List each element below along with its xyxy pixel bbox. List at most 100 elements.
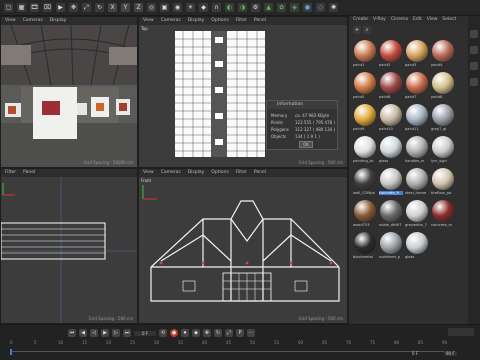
go-to-end-icon[interactable]: ⏭ — [123, 329, 131, 337]
render-view-icon[interactable]: ◑ — [238, 3, 247, 12]
material-swatch[interactable] — [380, 72, 402, 94]
material-swatch[interactable] — [380, 168, 402, 190]
world-icon[interactable]: ◎ — [147, 3, 156, 12]
loop-icon[interactable]: ⟲ — [159, 329, 167, 337]
end-frame-field[interactable]: 90 F — [444, 351, 457, 356]
add-material-icon[interactable]: + — [353, 26, 361, 34]
ok-button[interactable]: OK — [299, 141, 313, 148]
move-key-icon[interactable]: ✥ — [203, 329, 211, 337]
material-swatch[interactable] — [406, 200, 428, 222]
material-swatch[interactable] — [406, 40, 428, 62]
menu-create[interactable]: Create — [353, 16, 368, 24]
material-name[interactable]: glass — [379, 159, 403, 163]
material-swatch[interactable] — [432, 104, 454, 126]
menu-display[interactable]: Display — [50, 17, 67, 25]
material-name[interactable]: wall_COMpo — [353, 191, 377, 195]
material-name[interactable]: handles_m — [405, 159, 429, 163]
material-swatch[interactable] — [432, 136, 454, 158]
menu-view[interactable]: View — [5, 17, 16, 25]
material-swatch[interactable] — [380, 104, 402, 126]
search-icon[interactable]: ⌕ — [363, 26, 371, 34]
material-name[interactable]: paint9 — [353, 127, 377, 131]
grass-icon[interactable]: ✿ — [277, 3, 286, 12]
menu-view[interactable]: View — [143, 169, 154, 177]
menu-cinema[interactable]: Cinema — [391, 16, 408, 24]
render-settings-icon[interactable]: ⚙ — [251, 3, 260, 12]
parameter-key-icon[interactable]: P — [236, 329, 244, 337]
next-key-icon[interactable]: ▷ — [112, 329, 120, 337]
menu-filter[interactable]: Filter — [236, 169, 247, 177]
record-icon[interactable]: ● — [170, 329, 178, 337]
menu-cameras[interactable]: Cameras — [161, 169, 181, 177]
material-name[interactable]: paint4 — [431, 63, 455, 67]
material-swatch[interactable] — [406, 104, 428, 126]
menu-edit[interactable]: Edit — [413, 16, 422, 24]
material-name[interactable]: greywhite_7 — [405, 223, 429, 227]
timeline-ruler[interactable]: 0 5 10 15 20 25 30 35 40 45 50 55 60 65 70 75 80 85 90 — [0, 340, 447, 348]
light-bulb-icon[interactable]: ✺ — [329, 3, 338, 12]
material-name[interactable]: painting_bc — [353, 159, 377, 163]
sphere-icon[interactable]: ● — [303, 3, 312, 12]
render-icon[interactable]: ◐ — [225, 3, 234, 12]
menu-vray[interactable]: V-Ray — [373, 16, 386, 24]
square-icon[interactable]: ▢ — [4, 3, 13, 12]
target-icon[interactable]: ◉ — [173, 3, 182, 12]
menu-cameras[interactable]: Cameras — [161, 17, 181, 25]
menu-panel[interactable]: Panel — [254, 17, 266, 25]
light-icon[interactable]: ☀ — [186, 3, 195, 12]
material-name[interactable]: paint1 — [353, 63, 377, 67]
grid-icon[interactable]: ▦ — [17, 3, 26, 12]
material-name[interactable]: paint7 — [405, 95, 429, 99]
viewport-perspective[interactable]: View Cameras Display Grid Spacing : 5000… — [0, 16, 138, 168]
go-to-start-icon[interactable]: ⏮ — [68, 329, 76, 337]
viewport-front[interactable]: View Cameras Display Options Filter Pane… — [138, 168, 348, 324]
menu-select[interactable]: Select — [442, 16, 456, 24]
menu-display[interactable]: Display — [188, 17, 205, 25]
play-icon[interactable]: ▶ — [101, 329, 109, 337]
menu-view[interactable]: View — [143, 17, 154, 25]
material-swatch[interactable] — [432, 40, 454, 62]
material-swatch[interactable] — [432, 200, 454, 222]
playhead[interactable] — [10, 349, 12, 355]
material-swatch[interactable] — [380, 136, 402, 158]
material-swatch[interactable] — [380, 200, 402, 222]
material-name[interactable]: grey7_gl — [431, 127, 455, 131]
content-browser-icon[interactable] — [470, 78, 478, 86]
material-name[interactable]: paint5 — [353, 95, 377, 99]
magnet-icon[interactable]: ∩ — [212, 3, 221, 12]
layers-icon[interactable] — [470, 46, 478, 54]
material-swatch[interactable] — [406, 232, 428, 254]
material-name[interactable]: paint6 — [379, 95, 403, 99]
cube-icon[interactable]: ◆ — [199, 3, 208, 12]
point-level-icon[interactable]: ⋯ — [247, 329, 255, 337]
rotate-key-icon[interactable]: ↻ — [214, 329, 222, 337]
film-icon[interactable]: 🎞 — [30, 3, 39, 12]
material-swatch[interactable] — [354, 72, 376, 94]
scale-icon[interactable]: ⤢ — [82, 3, 91, 12]
material-swatch[interactable] — [354, 104, 376, 126]
viewport-right[interactable]: Filter Panel Grid Spacing : 500 cm — [0, 168, 138, 324]
material-name[interactable]: tirefloor_pa — [431, 191, 455, 195]
clapper-icon[interactable]: ⌧ — [43, 3, 52, 12]
structure-icon[interactable] — [470, 62, 478, 70]
material-name[interactable]: glass — [405, 255, 429, 259]
previous-key-icon[interactable]: ◀ — [79, 329, 87, 337]
material-name[interactable]: paint10 — [379, 127, 403, 131]
material-swatch[interactable] — [380, 40, 402, 62]
material-swatch[interactable] — [354, 136, 376, 158]
rotate-icon[interactable]: ↻ — [95, 3, 104, 12]
camera-icon[interactable]: ▣ — [160, 3, 169, 12]
menu-display[interactable]: Display — [188, 169, 205, 177]
material-swatch[interactable] — [406, 136, 428, 158]
material-name[interactable]: paint3 — [405, 63, 429, 67]
timeline-zoom-slider[interactable] — [448, 328, 474, 336]
menu-view[interactable]: View — [427, 16, 438, 24]
material-name[interactable]: concrete_m — [431, 223, 455, 227]
scale-key-icon[interactable]: ⤢ — [225, 329, 233, 337]
autokey-icon[interactable]: ⏺ — [181, 329, 189, 337]
material-name[interactable]: paint8 — [431, 95, 455, 99]
move-icon[interactable]: ✥ — [69, 3, 78, 12]
material-swatch[interactable] — [354, 232, 376, 254]
x-axis-toggle[interactable]: X — [108, 3, 117, 12]
material-swatch[interactable] — [432, 72, 454, 94]
